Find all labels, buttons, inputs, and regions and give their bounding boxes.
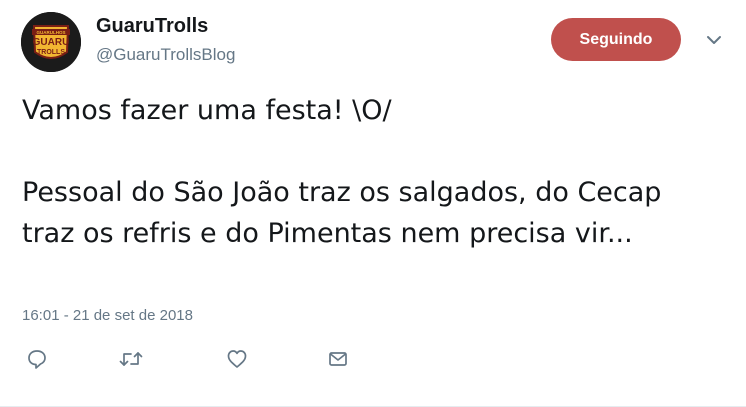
avatar[interactable]: GUARULHOS GUARU TROLLS: [21, 12, 81, 72]
retweet-button[interactable]: [118, 346, 144, 372]
user-name[interactable]: GuaruTrolls: [96, 14, 208, 38]
tweet-paragraph: Vamos fazer uma festa! \O/: [22, 95, 392, 126]
avatar-text-middle: GUARU: [33, 37, 70, 48]
avatar-text-top: GUARULHOS: [37, 30, 66, 35]
reply-button[interactable]: [24, 346, 50, 372]
message-icon: [329, 352, 347, 366]
tweet-timestamp[interactable]: 16:01 - 21 de set de 2018: [22, 306, 193, 326]
retweet-icon: [119, 352, 143, 366]
guarutrolls-logo: GUARULHOS GUARU TROLLS: [21, 12, 81, 72]
direct-message-button[interactable]: [325, 346, 351, 372]
tweet-text: Vamos fazer uma festa! \O/ Pessoal do Sã…: [22, 90, 722, 254]
user-handle[interactable]: @GuaruTrollsBlog: [96, 44, 235, 66]
like-icon: [227, 350, 247, 368]
following-button[interactable]: Seguindo: [551, 18, 681, 61]
avatar-text-bottom: TROLLS: [37, 49, 65, 56]
chevron-down-icon: [707, 36, 721, 44]
like-button[interactable]: [224, 346, 250, 372]
tweet-card: GUARULHOS GUARU TROLLS GuaruTrolls @Guar…: [0, 0, 746, 407]
more-options-button[interactable]: [700, 28, 728, 52]
reply-icon: [28, 350, 46, 369]
tweet-paragraph: Pessoal do São João traz os salgados, do…: [22, 177, 671, 249]
